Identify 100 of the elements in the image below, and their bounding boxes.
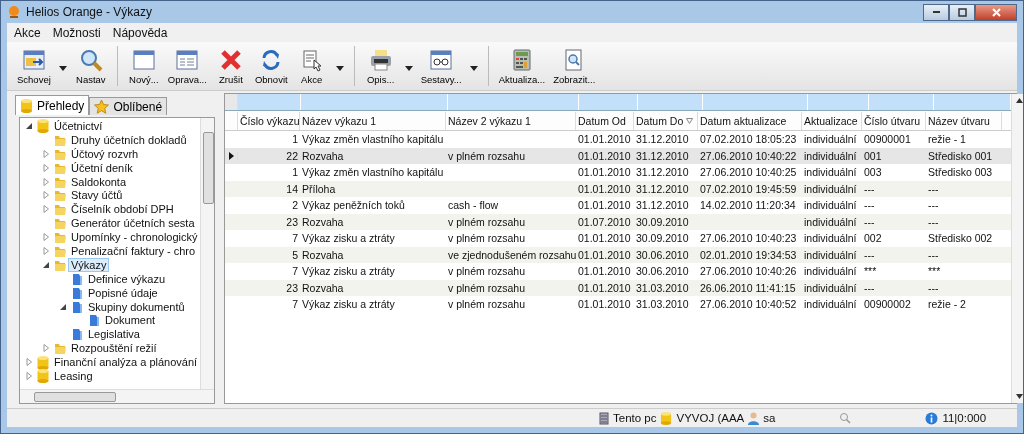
caret-icon: [404, 65, 413, 71]
form-icon: [174, 47, 201, 72]
column-header[interactable]: Název 2 výkazu 1: [446, 112, 576, 130]
table-cell: 01.01.2010: [578, 298, 631, 310]
toolbar-button[interactable]: Opis...: [360, 45, 401, 87]
toolbar-button[interactable]: Obnovit: [250, 45, 292, 87]
menu-item[interactable]: Akce: [9, 25, 46, 40]
table-cell: 7: [292, 232, 298, 244]
table-cell: 01.01.2010: [578, 166, 631, 178]
tree-item[interactable]: Leasing: [52, 369, 95, 382]
toolbar-button[interactable]: Aktualiza...: [494, 45, 550, 87]
table-cell: 30.09.2010: [636, 215, 689, 228]
menu-item[interactable]: Nápověda: [107, 25, 173, 40]
sidebar-tab[interactable]: Přehledy: [15, 95, 90, 115]
table-cell: 5: [292, 248, 298, 261]
column-header[interactable]: Číslo výkazu: [238, 112, 300, 130]
toolbar-button[interactable]: Akce: [291, 45, 332, 87]
toolbar-button[interactable]: Sestavy...: [416, 45, 466, 87]
column-header[interactable]: Datum aktualizace: [698, 112, 802, 130]
expander-icon[interactable]: [42, 260, 50, 269]
table-cell: Rozvaha: [302, 248, 344, 261]
caret-icon: [335, 65, 344, 71]
menu-item[interactable]: Možnosti: [47, 25, 106, 40]
toolbar-button[interactable]: Zobrazit...: [549, 45, 600, 87]
table-cell: individuální: [804, 149, 857, 162]
scrollbar[interactable]: [1011, 94, 1023, 403]
toolbar-button[interactable]: Nastav: [70, 45, 111, 87]
tree-item[interactable]: Stavy účtů: [69, 189, 125, 202]
tree-item[interactable]: Účetnictví: [52, 119, 105, 132]
table-cell: 31.12.2010: [636, 133, 689, 145]
table-cell: ---: [928, 215, 939, 228]
tree-item[interactable]: Upomínky - chronologický: [69, 231, 200, 244]
tree-item[interactable]: Penalizační faktury - chro: [69, 244, 198, 257]
toolbar-button[interactable]: Schovej: [13, 45, 55, 87]
expander-icon[interactable]: [25, 121, 33, 130]
column-header[interactable]: Číslo útvaru: [862, 112, 926, 130]
table-cell: ---: [928, 199, 939, 211]
table-cell: 31.03.2010: [636, 281, 689, 294]
tree-item[interactable]: Skupiny dokumentů: [86, 300, 187, 313]
tree-item[interactable]: Účtový rozvrh: [69, 147, 141, 160]
table-cell: Výkaz zisku a ztráty: [302, 298, 395, 310]
close-icon: [991, 7, 1001, 17]
book-icon: [70, 285, 84, 300]
tree-item[interactable]: Definice výkazu: [86, 272, 168, 285]
book-icon: [70, 299, 84, 314]
tree-item[interactable]: Popisné údaje: [86, 286, 160, 299]
table-cell: 2: [292, 199, 298, 211]
tree-item[interactable]: Finanční analýza a plánování: [52, 356, 200, 369]
tree-item[interactable]: Saldokonta: [69, 175, 129, 188]
scrollbar[interactable]: [20, 389, 214, 403]
table-cell: 31.12.2010: [636, 166, 689, 178]
table-cell: individuální: [804, 298, 857, 310]
expander-icon[interactable]: [59, 302, 67, 311]
tree-item[interactable]: Účetní deník: [69, 161, 135, 174]
column-header[interactable]: Název výkazu 1: [300, 112, 446, 130]
maximize-button[interactable]: [949, 3, 975, 21]
tree-item[interactable]: Číselník období DPH: [69, 203, 176, 216]
column-header[interactable]: Datum Od: [576, 112, 634, 130]
table-cell: ---: [864, 215, 875, 228]
table-cell: ve zjednodušeném rozsahu: [448, 248, 577, 261]
tree-item[interactable]: Rozpouštění režií: [69, 342, 159, 355]
glasses-icon: [428, 47, 455, 72]
toolbar-button[interactable]: Zrušit: [210, 45, 251, 87]
table-cell: Výkaz změn vlastního kapitálu: [302, 166, 444, 178]
table-cell: Rozvaha: [302, 281, 344, 294]
table-cell: ---: [928, 248, 939, 261]
table-cell: cash - flow: [448, 199, 499, 211]
table-cell: individuální: [804, 248, 857, 261]
table-cell: 01.01.2010: [578, 265, 631, 277]
table-cell: 01.07.2010: [578, 215, 631, 228]
tree-item[interactable]: Dokument: [103, 314, 158, 327]
tree-item[interactable]: Generátor účetních sesta: [69, 217, 197, 230]
computer-name: Tento pc: [613, 412, 657, 424]
scroll-up-icon[interactable]: [1015, 98, 1023, 103]
table-cell: 01.01.2010: [578, 199, 631, 211]
column-header[interactable]: Název útvaru: [926, 112, 1002, 130]
toolbar-button[interactable]: Oprava...: [163, 45, 211, 87]
table-cell: ***: [864, 265, 877, 277]
table-cell: 00900001: [864, 133, 911, 145]
table-cell: 31.12.2010: [636, 182, 689, 195]
table-cell: 30.09.2010: [636, 232, 689, 244]
table-cell: 31.12.2010: [636, 199, 689, 211]
scroll-down-icon[interactable]: [1015, 394, 1023, 399]
tree-item[interactable]: Výkazy: [69, 258, 109, 271]
table-cell: 01.01.2010: [578, 248, 631, 261]
book-icon: [70, 271, 84, 286]
minimize-button[interactable]: [923, 3, 949, 21]
table-cell: 001: [864, 149, 882, 162]
column-header[interactable]: Datum Do: [634, 112, 698, 130]
close-button[interactable]: [975, 3, 1017, 21]
tree-item[interactable]: Legislativa: [86, 328, 142, 341]
column-header[interactable]: Aktualizace: [802, 112, 862, 130]
scrollbar[interactable]: [200, 118, 214, 389]
table-cell: 22: [286, 149, 298, 162]
sidebar-tab[interactable]: Oblíbené: [89, 97, 168, 115]
table-cell: 01.01.2010: [578, 232, 631, 244]
toolbar-button[interactable]: Nový...: [123, 45, 164, 87]
table-cell: 27.06.2010 10:40:52: [700, 298, 797, 310]
tree-item[interactable]: Druhy účetních dokladů: [69, 133, 189, 146]
grid-corner: [225, 94, 238, 110]
